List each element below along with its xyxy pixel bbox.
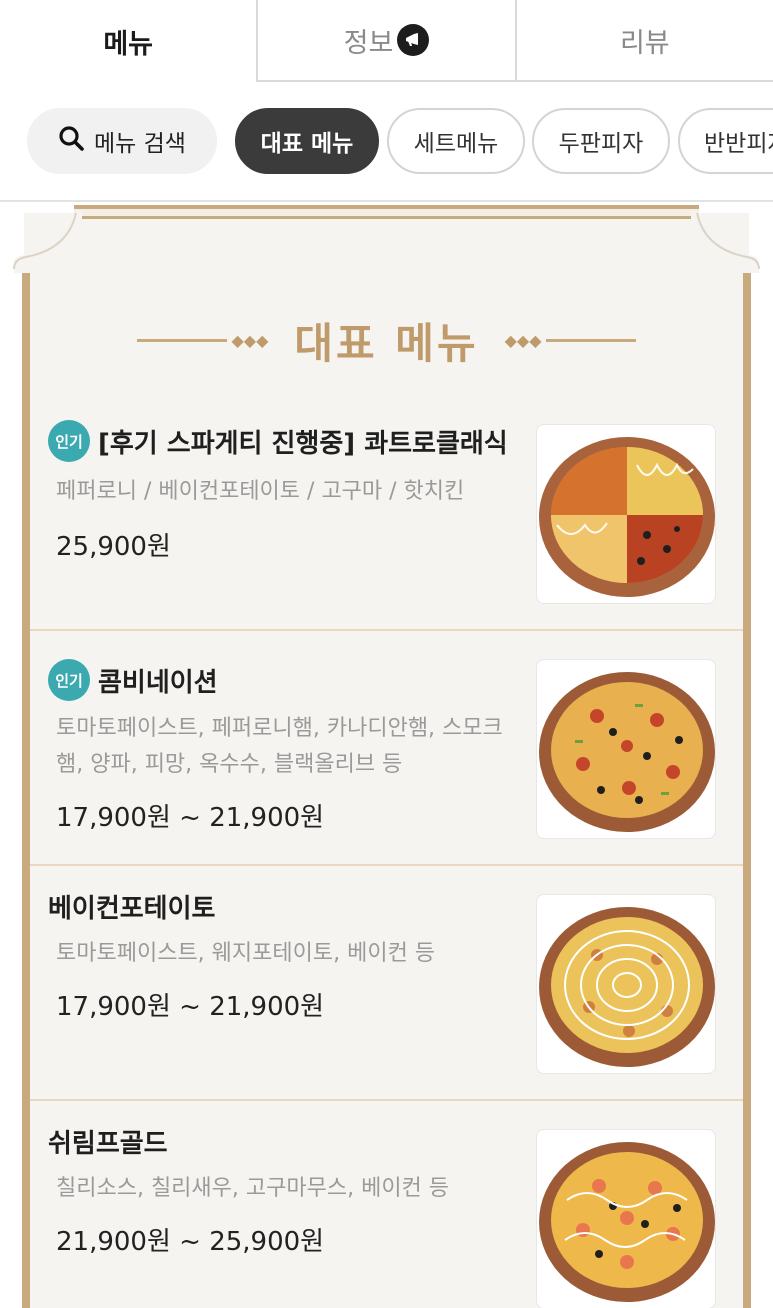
frame-top-border	[74, 205, 699, 219]
frame-left-border	[22, 267, 30, 1308]
tab-menu-label: 메뉴	[103, 28, 153, 60]
menu-item-price: 21,900원 ~ 25,900원	[56, 1227, 325, 1257]
menu-item-price: 17,900원 ~ 21,900원	[56, 803, 325, 833]
chip-set-menu[interactable]: 세트메뉴	[387, 108, 525, 174]
menu-item-image	[536, 659, 716, 839]
chip-representative-menu[interactable]: 대표 메뉴	[235, 108, 379, 174]
menu-item-title-row: 인기 콤비네이션	[48, 659, 218, 701]
menu-item-name: [후기 스파게티 진행중] 콰트로클래식	[98, 428, 508, 459]
menu-item[interactable]: 베이컨포테이토 토마토페이스트, 웨지포테이토, 베이컨 등 17,900원 ~…	[30, 866, 743, 1101]
chip-label: 두판피자	[558, 131, 644, 157]
chip-half-half-pizza[interactable]: 반반피자	[678, 108, 773, 174]
section-title: 대표 메뉴	[294, 318, 479, 368]
chip-label: 세트메뉴	[413, 131, 499, 157]
menu-item-image	[536, 1129, 716, 1308]
megaphone-icon	[397, 24, 430, 56]
frame-right-border	[743, 267, 751, 1308]
tab-menu[interactable]: 메뉴	[0, 0, 257, 82]
chip-label: 반반피자	[704, 131, 773, 157]
menu-item-description: 토마토페이스트, 웨지포테이토, 베이컨 등	[56, 941, 436, 966]
diamond-ornament-icon: ◆◆◆	[504, 330, 542, 350]
menu-search-button[interactable]: 메뉴 검색	[27, 108, 217, 174]
menu-item[interactable]: 인기 [후기 스파게티 진행중] 콰트로클래식 페퍼로니 / 베이컨포테이토 /…	[30, 400, 743, 631]
menu-item-title-row: 인기 [후기 스파게티 진행중] 콰트로클래식	[48, 420, 508, 462]
search-icon	[58, 125, 84, 157]
section-heading: ◆◆◆ 대표 메뉴 ◆◆◆	[12, 305, 761, 375]
menu-item-description: 페퍼로니 / 베이컨포테이토 / 고구마 / 핫치킨	[56, 479, 465, 504]
frame-corner-right	[691, 211, 760, 273]
menu-item-description: 토마토페이스트, 페퍼로니햄, 카나디안햄, 스모크햄, 양파, 피망, 옥수수…	[56, 716, 503, 777]
tab-info-label: 정보	[343, 27, 394, 59]
menu-item-name: 콤비네이션	[98, 667, 218, 698]
menu-item-image	[536, 424, 716, 604]
menu-item-name: 쉬림프골드	[48, 1129, 168, 1159]
heading-left-line	[137, 338, 228, 342]
chip-double-pizza[interactable]: 두판피자	[532, 108, 670, 174]
divider	[0, 200, 773, 202]
frame-corner-left	[13, 211, 82, 273]
popular-badge: 인기	[48, 659, 90, 701]
chip-label: 대표 메뉴	[260, 131, 354, 157]
menu-item-description: 칠리소스, 칠리새우, 고구마무스, 베이컨 등	[56, 1176, 450, 1201]
tab-info[interactable]: 정보	[256, 0, 515, 82]
menu-search-label: 메뉴 검색	[94, 131, 186, 157]
menu-item-price: 17,900원 ~ 21,900원	[56, 992, 325, 1022]
heading-right-line	[545, 338, 636, 342]
menu-item-title-row: 베이컨포테이토	[48, 888, 215, 925]
tab-review[interactable]: 리뷰	[514, 0, 773, 82]
menu-item[interactable]: 인기 콤비네이션 토마토페이스트, 페퍼로니햄, 카나디안햄, 스모크햄, 양파…	[30, 631, 743, 866]
menu-item-name: 베이컨포테이토	[48, 894, 216, 924]
menu-item-title-row: 쉬림프골드	[48, 1123, 168, 1160]
menu-item-image	[536, 894, 716, 1074]
popular-badge: 인기	[48, 420, 90, 462]
tab-review-label: 리뷰	[619, 27, 670, 59]
diamond-ornament-icon: ◆◆◆	[231, 330, 269, 350]
menu-item-price: 25,900원	[56, 532, 171, 562]
menu-item[interactable]: 쉬림프골드 칠리소스, 칠리새우, 고구마무스, 베이컨 등 21,900원 ~…	[30, 1101, 743, 1308]
representative-menu-panel: ◆◆◆ 대표 메뉴 ◆◆◆ 인기 [후기 스파게티 진행중] 콰트로클래식 페퍼…	[12, 205, 761, 1308]
category-chips: 메뉴 검색 대표 메뉴 세트메뉴 두판피자 반반피자	[0, 108, 773, 174]
top-tabs: 메뉴 정보 리뷰	[0, 0, 773, 82]
